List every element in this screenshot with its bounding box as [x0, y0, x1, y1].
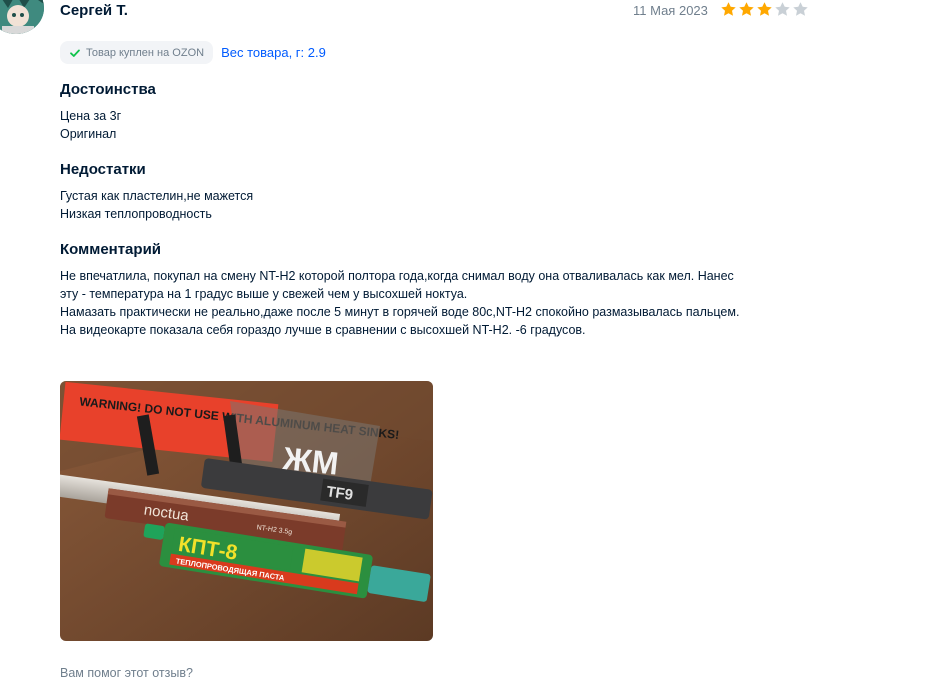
comment-line: эту - температура на 1 градус выше у све… — [60, 287, 468, 301]
star-filled-icon — [757, 2, 772, 16]
cons-text: Густая как пластелин,не мажется Низкая т… — [60, 187, 253, 223]
comment-text: Не впечатлила, покупал на смену NT-H2 ко… — [60, 267, 739, 339]
review-photo[interactable]: WARNING! DO NOT USE WITH ALUMINUM HEAT S… — [60, 381, 433, 641]
purchase-badge-label: Товар куплен на OZON — [86, 46, 205, 59]
star-filled-icon — [739, 2, 754, 16]
avatar[interactable] — [0, 0, 44, 34]
checkmark-icon — [70, 49, 80, 57]
pros-line: Цена за 3г — [60, 109, 122, 123]
cons-line: Низкая теплопроводность — [60, 207, 212, 221]
comment-title: Комментарий — [60, 241, 162, 258]
pros-line: Оригинал — [60, 127, 117, 141]
helpful-question: Вам помог этот отзыв? — [60, 666, 193, 680]
star-filled-icon — [721, 2, 736, 16]
review-date: 11 Мая 2023 — [633, 3, 708, 18]
star-empty-icon — [775, 2, 790, 16]
cons-title: Недостатки — [60, 161, 146, 178]
comment-line: На видеокарте показала себя гораздо лучш… — [60, 323, 586, 337]
comment-line: Не впечатлила, покупал на смену NT-H2 ко… — [60, 269, 734, 283]
author-name: Сергей Т. — [60, 2, 128, 19]
cons-line: Густая как пластелин,не мажется — [60, 189, 254, 203]
pros-title: Достоинства — [60, 81, 156, 98]
variant-link[interactable]: Вес товара, г: 2.9 — [221, 45, 326, 60]
comment-line: Намазать практически не реально,даже пос… — [60, 305, 740, 319]
star-empty-icon — [793, 2, 808, 16]
review-card: Сергей Т. 11 Мая 2023 Товар куплен на OZ… — [0, 0, 935, 684]
pros-text: Цена за 3г Оригинал — [60, 107, 121, 143]
badge-row: Товар куплен на OZON Вес товара, г: 2.9 — [60, 41, 326, 64]
star-rating — [720, 1, 809, 18]
purchase-badge: Товар куплен на OZON — [60, 41, 214, 64]
